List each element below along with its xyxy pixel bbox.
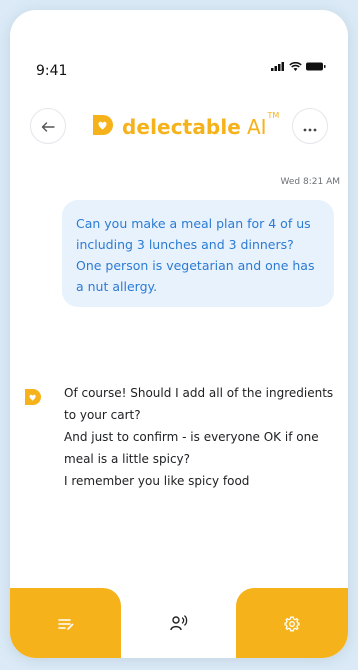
logo-trademark: TM — [267, 110, 280, 120]
more-options-button[interactable] — [292, 108, 328, 144]
bottom-navigation — [10, 588, 348, 658]
ai-avatar-icon — [23, 387, 43, 411]
ai-message-line: And just to confirm - is everyone OK if … — [64, 430, 319, 466]
logo-mark-icon — [90, 112, 116, 142]
nav-item-notes[interactable] — [10, 588, 121, 658]
ai-message-line: I remember you like spicy food — [64, 474, 250, 488]
nav-item-settings[interactable] — [236, 588, 348, 658]
status-icons — [271, 62, 326, 71]
logo-name: delectable — [122, 115, 241, 139]
ai-message-line: Of course! Should I add all of the ingre… — [64, 386, 334, 422]
nav-item-voice[interactable] — [121, 588, 236, 658]
ai-message: Of course! Should I add all of the ingre… — [64, 382, 344, 492]
back-button[interactable] — [30, 108, 66, 144]
logo-suffix: AI — [246, 115, 267, 139]
list-edit-icon — [56, 614, 76, 634]
user-message-line: One person is vegetarian and one has a n… — [76, 258, 315, 294]
signal-icon — [271, 62, 285, 71]
user-message-bubble: Can you make a meal plan for 4 of us inc… — [62, 200, 334, 307]
wifi-icon — [289, 62, 302, 71]
user-message-line: Can you make a meal plan for 4 of us inc… — [76, 216, 311, 252]
status-time: 9:41 — [36, 63, 68, 79]
settings-gear-icon — [282, 614, 302, 634]
battery-icon — [306, 62, 326, 71]
phone-screen: 9:41 delectable AI TM Wed 8:21 AM Can yo… — [10, 10, 348, 658]
voice-assistant-icon — [169, 613, 189, 633]
brand-logo: delectable AI TM — [90, 110, 280, 142]
message-timestamp: Wed 8:21 AM — [280, 177, 340, 187]
ellipsis-icon — [303, 117, 317, 136]
arrow-left-icon — [41, 117, 55, 136]
